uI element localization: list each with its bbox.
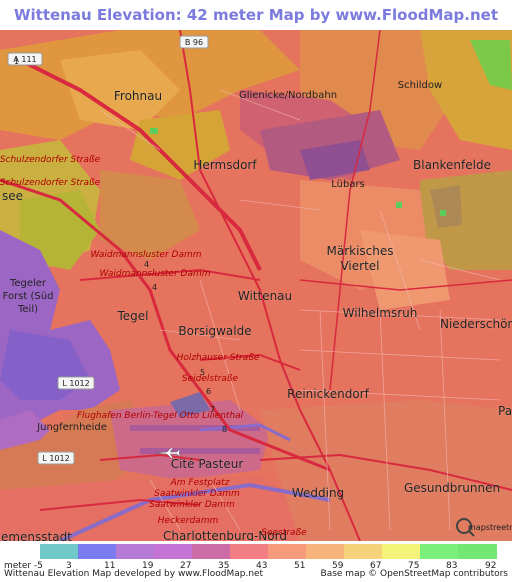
elevation-map[interactable]: Frohnau Glienicke/Nordbahn Schildow Herm… (0, 30, 512, 541)
legend-label: 51 (294, 561, 306, 571)
legend-swatch (230, 544, 269, 559)
street-label: Saatwinkler Damm (154, 489, 240, 499)
street-label: Schulzendorfer Straße (0, 178, 101, 188)
place-label: Tegel (116, 309, 148, 323)
legend-swatch (420, 544, 459, 559)
legend-swatch (154, 544, 193, 559)
street-label: Schulzendorfer Straße (0, 155, 101, 165)
place-label: Wittenau (238, 289, 292, 303)
place-label: Märkisches (326, 244, 393, 258)
road-label: 1 (14, 57, 19, 66)
place-label: Borsigwalde (178, 324, 251, 338)
legend-swatch (268, 544, 307, 559)
place-label: Cité Pasteur (171, 457, 244, 471)
street-label: Seidelstraße (182, 374, 239, 384)
place-label: Frohnau (114, 89, 162, 103)
street-label: Waidmannsluster Damm (99, 269, 210, 279)
road-label: L 1012 (42, 454, 69, 463)
place-label: see (2, 189, 23, 203)
street-label: Seestraße (261, 528, 307, 538)
place-label: Siemensstadt (0, 530, 72, 541)
place-label: Blankenfelde (413, 158, 491, 172)
legend-swatch (382, 544, 421, 559)
place-label: Gesundbrunnen (404, 481, 500, 495)
legend-swatch (458, 544, 497, 559)
place-label: Forst (Süd (3, 291, 54, 302)
road-label: 7 (210, 405, 215, 414)
place-label: Viertel (340, 259, 379, 273)
road-label: 5 (200, 368, 205, 377)
legend-swatch (40, 544, 79, 559)
road-label: 4 (144, 260, 149, 269)
road-label: 8 (222, 425, 227, 434)
place-label: Niederschönha (440, 317, 512, 331)
wedding-region (260, 400, 512, 541)
place-label: Lübars (331, 179, 365, 190)
place-label: Reinickendorf (287, 387, 369, 401)
elevation-legend (40, 544, 497, 559)
place-label: Tegeler (9, 278, 47, 289)
place-label: Glienicke/Nordbahn (239, 90, 337, 101)
legend-swatch (306, 544, 345, 559)
place-label: Wedding (292, 486, 344, 500)
road-label: B 96 (185, 38, 203, 47)
street-label: Am Festplatz (170, 478, 230, 488)
legend-swatch (344, 544, 383, 559)
footer-credit: Wittenau Elevation Map developed by www.… (4, 569, 264, 579)
place-label: Wilhelmsruh (343, 306, 418, 320)
street-label: Heckerdamm (158, 516, 219, 526)
page-title: Wittenau Elevation: 42 meter Map by www.… (13, 6, 499, 54)
street-label: Flughafen Berlin-Tegel Otto Lilienthal (77, 411, 244, 421)
road-label: L 1012 (62, 379, 89, 388)
street-label: Holzhauser Straße (177, 353, 260, 363)
footer-attribution: Base map © OpenStreetMap contributors (320, 569, 508, 579)
street-label: Saatwinkler Damm (149, 500, 235, 510)
place-label: Jungfernheide (36, 422, 107, 433)
place-label: Teil) (17, 304, 38, 315)
legend-swatch (116, 544, 155, 559)
place-label: Hermsdorf (193, 158, 257, 172)
place-label: Schildow (398, 80, 442, 91)
street-label: Waidmannsluster Damm (90, 250, 201, 260)
legend-swatch (192, 544, 231, 559)
watermark-label: mapstreetmap (468, 523, 512, 532)
road-label: 6 (206, 387, 211, 396)
place-label: Pa (498, 404, 512, 418)
road-label: 4 (152, 283, 157, 292)
legend-swatch (78, 544, 117, 559)
